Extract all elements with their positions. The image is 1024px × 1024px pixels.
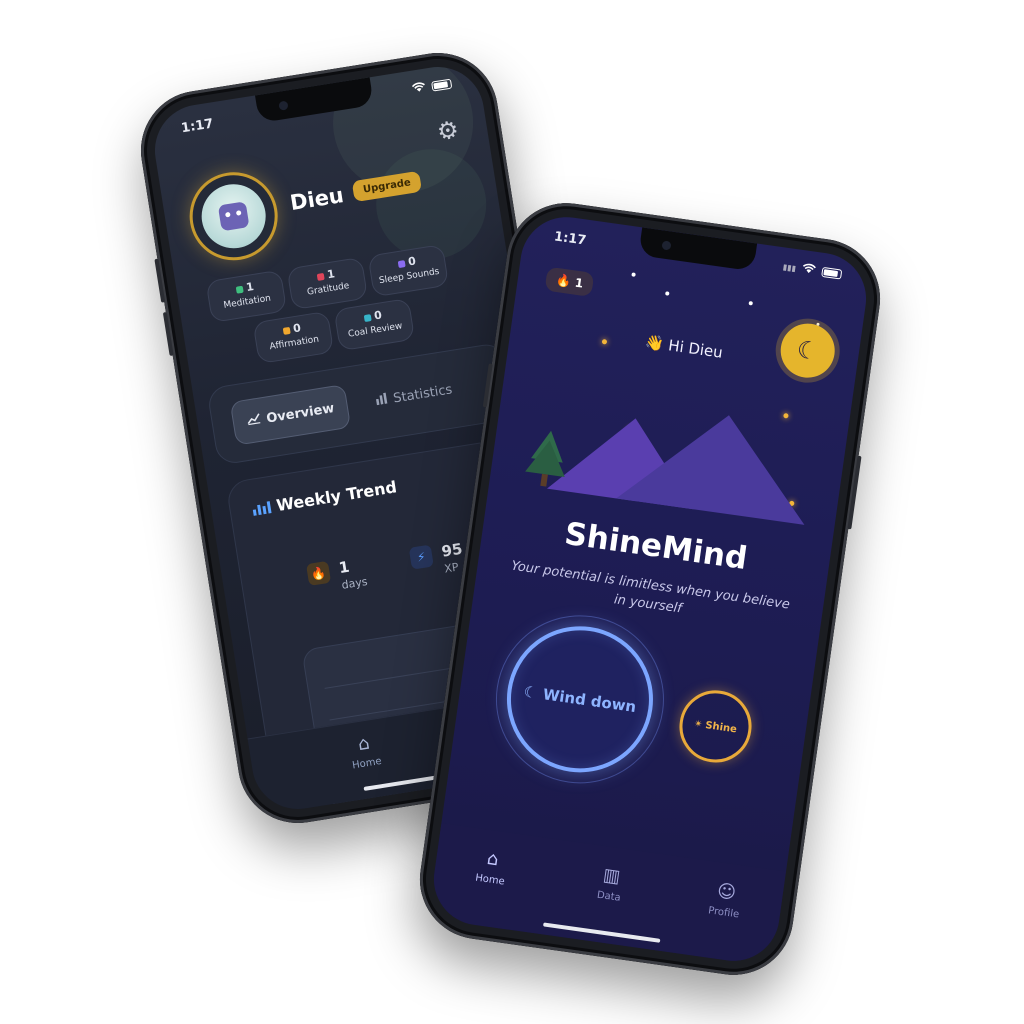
tab-bar: ⌂ Home ▥ Data ☺ Profile	[428, 823, 786, 967]
stat-coal-review[interactable]: 0 Coal Review	[333, 297, 416, 352]
notch	[638, 227, 758, 272]
star-dot	[631, 272, 636, 277]
tab-data[interactable]: ▥ Data	[578, 861, 643, 906]
stat-meditation[interactable]: 1 Meditation	[205, 269, 288, 323]
shine-button[interactable]: ✴ Shine	[674, 685, 757, 768]
star-dot	[665, 291, 670, 296]
bar-chart-icon	[252, 500, 272, 516]
mountain-illustration	[525, 415, 805, 525]
tab-home-label: Home	[474, 872, 506, 888]
camera	[661, 240, 672, 251]
wind-down-label: Wind down	[541, 685, 638, 717]
tab-statistics[interactable]: Statistics	[356, 365, 472, 426]
tab-profile-label: Profile	[707, 905, 740, 921]
wind-down-ring: ☾ Wind down	[485, 604, 675, 795]
fire-icon: 🔥	[305, 560, 332, 586]
stat-sleep-sounds[interactable]: 0 Sleep Sounds	[367, 243, 450, 298]
wifi-icon	[801, 262, 817, 278]
stat-affirmation[interactable]: 0 Affirmation	[252, 310, 335, 365]
meditation-icon	[235, 285, 244, 294]
streak-count: 1	[573, 275, 585, 291]
tab-statistics-label: Statistics	[392, 381, 454, 406]
xp-value: 95	[440, 539, 464, 561]
streak-unit: days	[340, 574, 369, 592]
bolt-icon: ⚡	[408, 544, 434, 570]
profile-name: Dieu	[288, 182, 346, 216]
volume-button	[162, 311, 174, 357]
weekly-trend-label: Weekly Trend	[274, 477, 399, 516]
wind-down-button[interactable]: ☾ Wind down	[497, 616, 663, 782]
tab-data-label: Data	[596, 889, 622, 904]
wifi-icon	[411, 81, 427, 97]
battery-icon	[431, 78, 453, 92]
streak-value: 1	[337, 557, 351, 578]
tab-home-label: Home	[351, 755, 383, 772]
shine-label: Shine	[704, 719, 738, 735]
battery-icon	[821, 266, 843, 280]
chart-icon	[245, 412, 261, 430]
fire-icon: 🔥	[555, 272, 572, 289]
greeting-text: Hi Dieu	[667, 336, 724, 362]
stat-gratitude[interactable]: 1 Gratitude	[286, 256, 369, 311]
streak-metric: 🔥 1 days	[305, 555, 369, 597]
star-dot	[748, 300, 754, 306]
status-icons: ▮▮▮	[782, 259, 843, 281]
tab-home[interactable]: ⌂ Home	[459, 845, 524, 890]
home-icon: ⌂	[485, 848, 500, 871]
weekly-trend-title: Weekly Trend	[251, 477, 398, 519]
tab-overview-label: Overview	[265, 400, 336, 427]
volume-button	[154, 258, 166, 303]
profile-icon: ☺	[715, 880, 738, 904]
avatar[interactable]	[183, 165, 285, 267]
bar-chart-icon	[374, 392, 388, 410]
status-time: 1:17	[180, 116, 215, 137]
tab-home[interactable]: ⌂ Home	[333, 729, 398, 774]
status-time: 1:17	[553, 229, 588, 249]
xp-metric: ⚡ 95 XP	[408, 539, 466, 581]
signal-icon: ▮▮▮	[782, 261, 797, 273]
target-icon	[363, 313, 372, 322]
power-button	[847, 455, 862, 530]
music-icon	[397, 259, 406, 268]
tab-overview[interactable]: Overview	[229, 384, 352, 446]
sparkle-icon: ✴	[693, 718, 704, 731]
avatar-image	[197, 179, 271, 253]
home-icon: ⌂	[356, 732, 372, 756]
tab-profile[interactable]: ☺ Profile	[693, 878, 758, 923]
gear-icon[interactable]: ⚙	[431, 114, 465, 148]
streak-badge[interactable]: 🔥 1	[544, 266, 595, 298]
camera	[278, 100, 289, 111]
moon-icon: ☾	[522, 682, 539, 703]
star-icon	[282, 326, 291, 335]
bar-chart-icon: ▥	[601, 864, 622, 888]
wave-hand-icon: 👋	[644, 333, 666, 354]
heart-icon	[316, 272, 325, 281]
